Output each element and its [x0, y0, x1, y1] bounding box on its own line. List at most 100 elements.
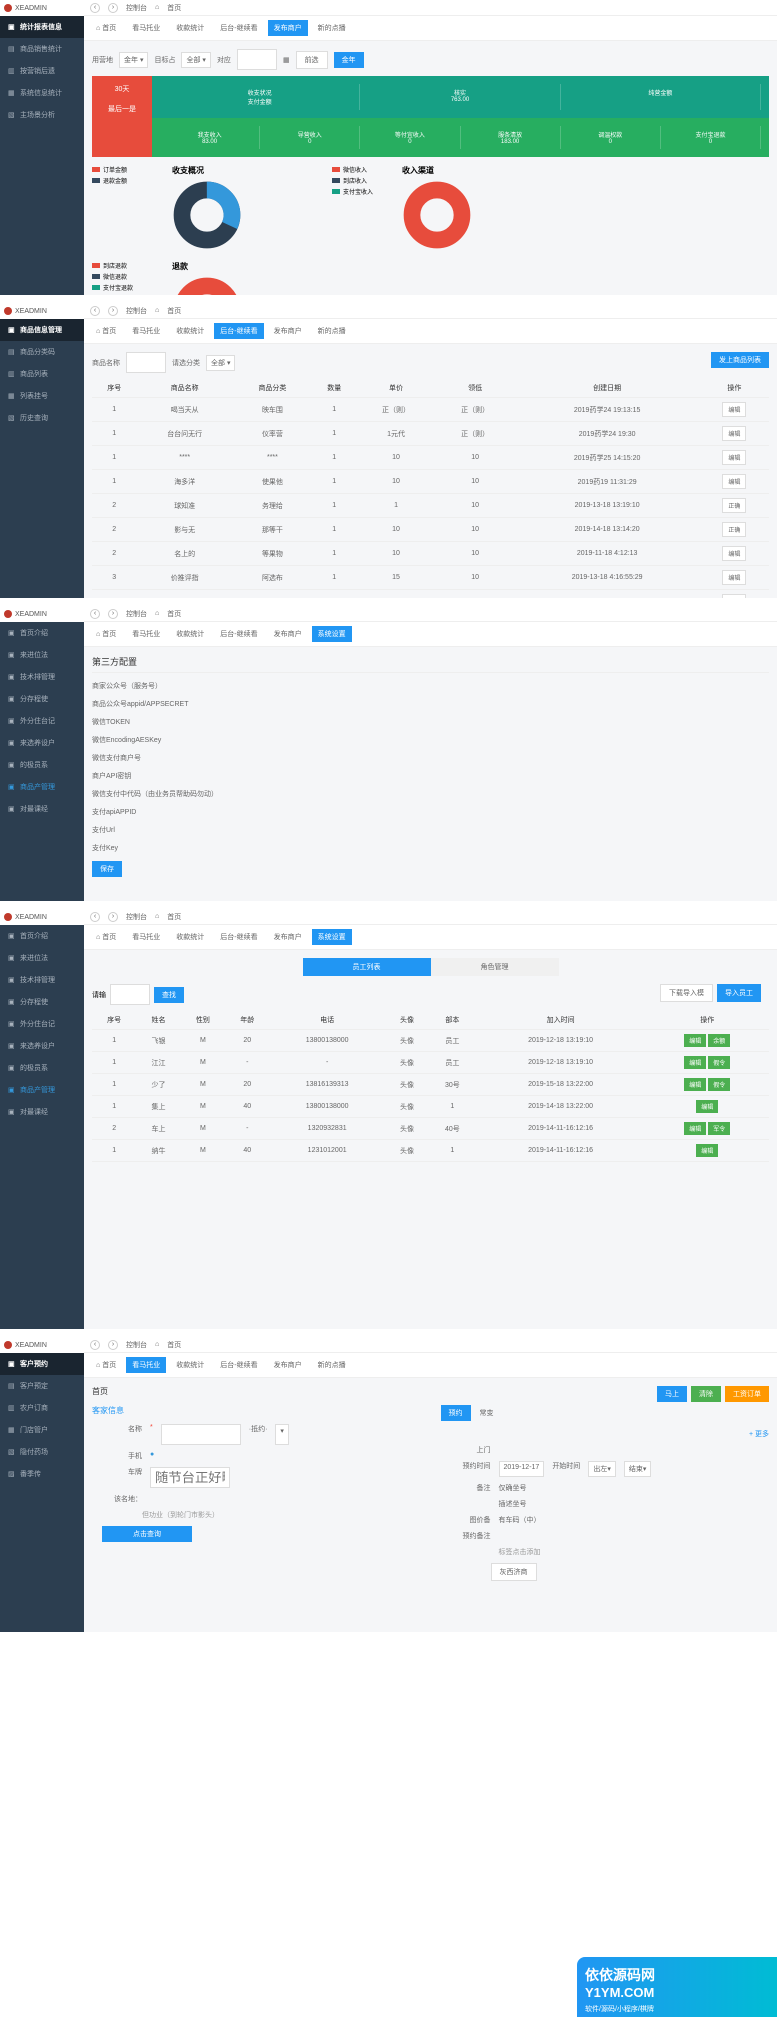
btn-order[interactable]: 工资订单 — [725, 1386, 769, 1402]
action-button[interactable]: 编辑 — [684, 1034, 706, 1047]
more-link[interactable]: + 更多 — [441, 1429, 770, 1439]
stat-green: 我支收入83.00导营收入0等付宜收入0服条清放183.00调温权款0支付宝退款… — [152, 118, 769, 157]
sidebar-item-3[interactable]: ▦系统信息统计 — [0, 82, 84, 104]
sidebar-item-i3[interactable]: ▣技术排管理 — [0, 969, 84, 991]
tab-5[interactable]: 新的点播 — [312, 20, 352, 36]
tab-2[interactable]: 收款统计 — [170, 20, 210, 36]
btn-clear[interactable]: 清除 — [691, 1386, 721, 1402]
action-button[interactable]: 假令 — [708, 1078, 730, 1091]
sidebar-item-1[interactable]: ▤商品分类码 — [0, 341, 84, 363]
sidebar-item-i3[interactable]: ▣技术排管理 — [0, 666, 84, 688]
sidebar-item-i4[interactable]: ▣分存程使 — [0, 991, 84, 1013]
action-button[interactable]: 编辑 — [696, 1100, 718, 1113]
action-button[interactable]: 编辑 — [696, 1144, 718, 1157]
table-row: 3价推评指阿选布115102019-13-18 4:16:55:29编辑 — [92, 566, 769, 590]
add-product-button[interactable]: 发上商品列表 — [711, 352, 769, 368]
sidebar-item-4[interactable]: ▧隐付药场 — [0, 1441, 84, 1463]
edit-button[interactable]: 正确 — [722, 522, 746, 537]
table-row: 1海多洋使果他110102019药19 11:31:29编辑 — [92, 470, 769, 494]
subtab-employees[interactable]: 员工列表 — [303, 958, 431, 976]
action-button[interactable]: 军令 — [708, 1122, 730, 1135]
tab-3[interactable]: 后台-继续看 — [214, 20, 263, 36]
edit-button[interactable]: 编辑 — [722, 546, 746, 561]
sidebar-item-i9[interactable]: ▣对最课经 — [0, 798, 84, 820]
nav-fwd-icon[interactable]: › — [108, 3, 118, 13]
sidebar-item-i8[interactable]: ▣商品产管理 — [0, 776, 84, 798]
sidebar-item-i2[interactable]: ▣来进位法 — [0, 644, 84, 666]
home-icon[interactable]: ⌂ — [155, 4, 159, 11]
wechat-icon[interactable]: ● — [150, 1451, 154, 1461]
search-input[interactable] — [110, 984, 150, 1005]
filter-sel-1[interactable]: 金年 ▾ — [119, 52, 148, 68]
edit-button[interactable]: 编辑 — [722, 426, 746, 441]
nav-back-icon[interactable]: ‹ — [90, 3, 100, 13]
sidebar-item-i7[interactable]: ▣的极员系 — [0, 754, 84, 776]
calendar-icon[interactable]: ▦ — [283, 56, 290, 64]
sidebar-item-2[interactable]: ▥按营销后遗 — [0, 60, 84, 82]
edit-button[interactable]: 编辑 — [722, 402, 746, 417]
tab-4[interactable]: 发布商户 — [268, 20, 308, 36]
sidebar-item-i1[interactable]: ▣首页介绍 — [0, 622, 84, 644]
tab-home[interactable]: ⌂ 首页 — [90, 20, 122, 36]
edit-button[interactable]: 正确 — [722, 498, 746, 513]
table-row: 2影与无那等干110102019-14-18 13:14:20正确 — [92, 518, 769, 542]
name-input[interactable] — [161, 1424, 241, 1445]
btn-prev[interactable]: 前选 — [296, 51, 328, 69]
edit-button[interactable]: 编辑 — [722, 570, 746, 585]
sidebar-item-i6[interactable]: ▣来选养设户 — [0, 732, 84, 754]
tab-1[interactable]: 看马托业 — [126, 20, 166, 36]
btn-year[interactable]: 金年 — [334, 52, 364, 68]
sidebar-item-i5[interactable]: ▣外分住台记 — [0, 710, 84, 732]
tab-active[interactable]: 后台-继续看 — [214, 323, 263, 339]
sidebar-item-i8[interactable]: ▣商品产管理 — [0, 1079, 84, 1101]
cat-select[interactable]: 全部 ▾ — [206, 355, 235, 371]
tab-home[interactable]: ⌂ 首页 — [90, 323, 122, 339]
action-button[interactable]: 编辑 — [684, 1078, 706, 1091]
sidebar-item-2[interactable]: ▥商品列表 — [0, 363, 84, 385]
sidebar-item-1[interactable]: ▤商品销售统计 — [0, 38, 84, 60]
sidebar-item-4[interactable]: ▧历史查询 — [0, 407, 84, 429]
sidebar-item-3[interactable]: ▦列表挂号 — [0, 385, 84, 407]
console-link[interactable]: 控制台 — [126, 3, 147, 13]
sidebar-item-2[interactable]: ▥农户订商 — [0, 1397, 84, 1419]
nav-back-icon[interactable]: ‹ — [90, 306, 100, 316]
sidebar-item-i9[interactable]: ▣对最课经 — [0, 1101, 84, 1123]
action-button[interactable]: 编辑 — [684, 1056, 706, 1069]
filter-sel-2[interactable]: 全部 ▾ — [181, 52, 210, 68]
download-template-button[interactable]: 下载导入模 — [660, 984, 713, 1002]
plate-input[interactable] — [150, 1467, 230, 1488]
query-button[interactable]: 点击查询 — [102, 1526, 192, 1542]
sidebar-item-i6[interactable]: ▣来选养设户 — [0, 1035, 84, 1057]
nav-fwd-icon[interactable]: › — [108, 306, 118, 316]
tab-active[interactable]: 看马托业 — [126, 1357, 166, 1373]
action-button[interactable]: 假令 — [708, 1056, 730, 1069]
edit-button[interactable]: 编辑 — [722, 450, 746, 465]
tab-booking[interactable]: 预约 — [441, 1405, 471, 1421]
edit-button[interactable]: 编辑 — [722, 594, 746, 598]
gray-button[interactable]: 灰西济商 — [491, 1563, 537, 1581]
sidebar-item-4[interactable]: ▧主场景分析 — [0, 104, 84, 126]
sidebar-item-i4[interactable]: ▣分存程使 — [0, 688, 84, 710]
action-button[interactable]: 编辑 — [684, 1122, 706, 1135]
save-button[interactable]: 保存 — [92, 861, 122, 877]
action-button[interactable]: 余额 — [708, 1034, 730, 1047]
date-input[interactable] — [237, 49, 277, 70]
sidebar-item-3[interactable]: ▦门店管户 — [0, 1419, 84, 1441]
subtab-roles[interactable]: 角色管理 — [431, 958, 559, 976]
search-button[interactable]: 查找 — [154, 987, 184, 1003]
sidebar-item-5[interactable]: ▨番季传 — [0, 1463, 84, 1485]
name-input[interactable] — [126, 352, 166, 373]
sidebar-item-i1[interactable]: ▣首页介绍 — [0, 925, 84, 947]
sidebar-item-i7[interactable]: ▣的极员系 — [0, 1057, 84, 1079]
sidebar-item-i5[interactable]: ▣外分住台记 — [0, 1013, 84, 1035]
date-select[interactable]: 2019-12-17 — [499, 1461, 545, 1477]
sidebar-item-i2[interactable]: ▣来进位法 — [0, 947, 84, 969]
tab-active[interactable]: 系统设置 — [312, 626, 352, 642]
home-link[interactable]: 首页 — [167, 3, 181, 13]
btn-now[interactable]: 马上 — [657, 1386, 687, 1402]
chart-2: 收入渠道 — [402, 165, 542, 253]
sidebar-item-1[interactable]: ▤客户预定 — [0, 1375, 84, 1397]
sidebar: XEADMIN ▣商品信息管理 ▤商品分类码 ▥商品列表 ▦列表挂号 ▧历史查询 — [0, 303, 84, 598]
edit-button[interactable]: 编辑 — [722, 474, 746, 489]
import-button[interactable]: 导入员工 — [717, 984, 761, 1002]
